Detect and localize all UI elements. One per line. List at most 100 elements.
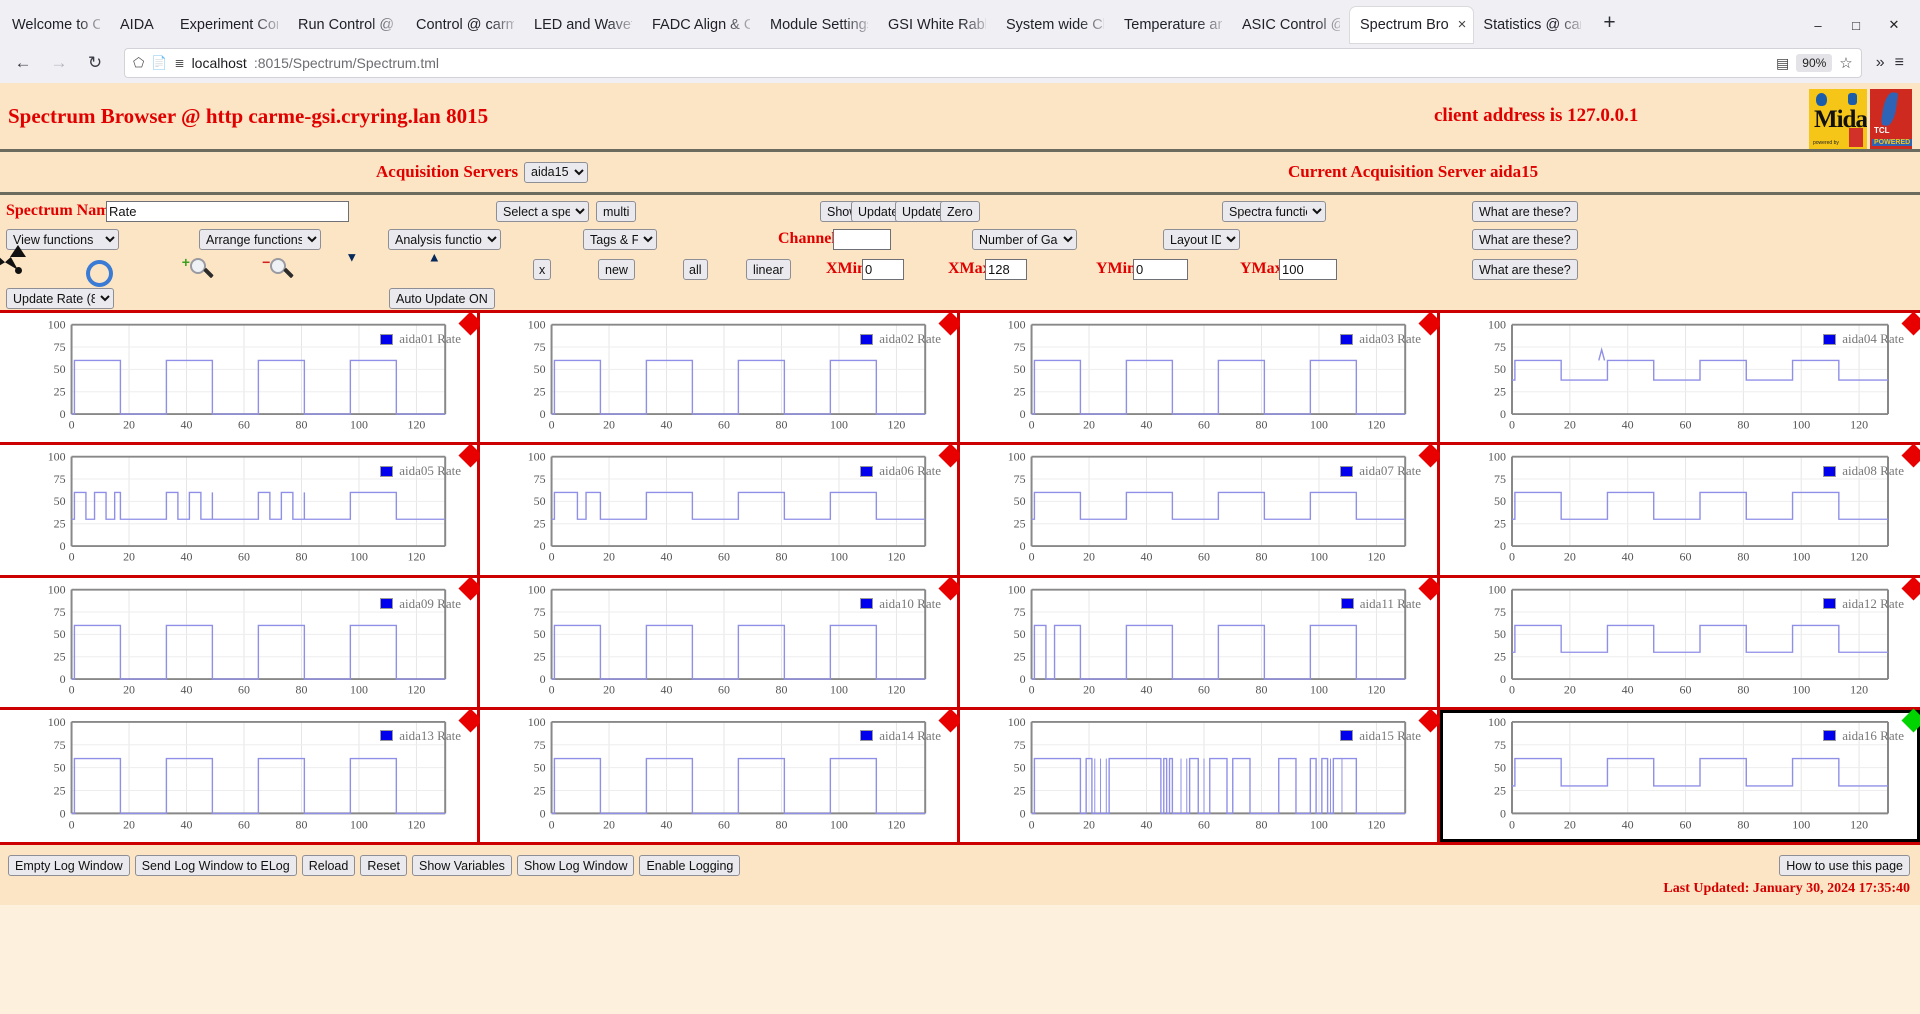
zoom-level-badge[interactable]: 90%	[1796, 54, 1832, 72]
menu-icon[interactable]: ≡	[1895, 54, 1904, 72]
x-axis-ticklabels: 020406080100120	[1029, 550, 1386, 564]
spectrum-panel[interactable]: 0255075100 020406080100120 aida05 Rate	[0, 445, 480, 577]
auto-update-button[interactable]: Auto Update ON	[389, 288, 495, 309]
spectrum-panel[interactable]: 0255075100 020406080100120 aida03 Rate	[960, 313, 1440, 445]
zoom-in-icon[interactable]: +	[189, 257, 219, 287]
browser-tab-label: Statistics @ car	[1483, 7, 1581, 43]
toolbar: Spectrum Name: Select a spectrum multi S…	[0, 195, 1920, 310]
overflow-icon[interactable]: »	[1876, 54, 1885, 72]
chrome-right-controls: » ≡	[1876, 54, 1912, 72]
spectrum-panel[interactable]: 0255075100 020406080100120 aida16 Rate	[1440, 710, 1920, 842]
acquisition-server-select[interactable]: aida15	[524, 162, 588, 183]
window-minimize-button[interactable]: –	[1800, 18, 1836, 33]
spectrum-panel[interactable]: 0255075100 020406080100120 aida06 Rate	[480, 445, 960, 577]
analysis-functions-dropdown[interactable]: Analysis functions	[388, 229, 501, 250]
browser-tab[interactable]: Statistics @ car	[1473, 7, 1591, 43]
view-functions-dropdown[interactable]: View functions	[6, 229, 119, 250]
browser-tab[interactable]: ASIC Control @	[1232, 7, 1350, 43]
new-button[interactable]: new	[598, 259, 635, 280]
browser-tab-active[interactable]: Spectrum Bro×	[1350, 7, 1473, 43]
arrange-functions-dropdown[interactable]: Arrange functions	[199, 229, 321, 250]
what-are-these-button-1[interactable]: What are these?	[1472, 201, 1578, 222]
window-maximize-button[interactable]: □	[1838, 18, 1874, 33]
spectrum-panel[interactable]: 0255075100 020406080100120 aida09 Rate	[0, 578, 480, 710]
zoom-out-icon[interactable]: −	[269, 257, 299, 287]
svg-text:25: 25	[54, 783, 66, 797]
svg-text:40: 40	[181, 817, 193, 831]
what-are-these-button-2[interactable]: What are these?	[1472, 229, 1578, 250]
browser-tab[interactable]: Temperature an	[1114, 7, 1232, 43]
browser-tab[interactable]: AIDA	[110, 7, 170, 43]
shield-icon: ⬠	[133, 55, 144, 71]
reset-button[interactable]: Reset	[360, 855, 407, 876]
empty-log-window-button[interactable]: Empty Log Window	[8, 855, 130, 876]
spectrum-panel[interactable]: 0255075100 020406080100120 aida01 Rate	[0, 313, 480, 445]
spectra-functions-dropdown[interactable]: Spectra functions	[1222, 201, 1326, 222]
reader-mode-icon[interactable]: ▤	[1776, 55, 1789, 72]
svg-text:50: 50	[54, 495, 66, 509]
spectrum-name-input[interactable]	[106, 201, 349, 222]
spectrum-panel[interactable]: 0255075100 020406080100120 aida13 Rate	[0, 710, 480, 842]
bookmark-icon[interactable]: ☆	[1839, 54, 1852, 72]
spectrum-panel[interactable]: 0255075100 020406080100120 aida02 Rate	[480, 313, 960, 445]
show-log-window-button[interactable]: Show Log Window	[517, 855, 635, 876]
svg-text:50: 50	[1494, 627, 1506, 641]
zero-button[interactable]: Zero	[940, 201, 980, 222]
svg-text:75: 75	[534, 472, 546, 486]
spectrum-panel[interactable]: 0255075100 020406080100120 aida11 Rate	[960, 578, 1440, 710]
spectrum-gallery-grid: 0255075100 020406080100120 aida01 Rate 0…	[0, 310, 1920, 845]
enable-logging-button[interactable]: Enable Logging	[639, 855, 740, 876]
select-spectrum-dropdown[interactable]: Select a spectrum	[496, 201, 589, 222]
layout-id-dropdown[interactable]: Layout ID=1	[1163, 229, 1240, 250]
what-are-these-button-3[interactable]: What are these?	[1472, 259, 1578, 280]
scroll-up-icon[interactable]: ▲	[434, 257, 464, 287]
spectrum-panel[interactable]: 0255075100 020406080100120 aida15 Rate	[960, 710, 1440, 842]
legend-label: aida08 Rate	[1842, 463, 1904, 479]
x-button[interactable]: x	[533, 259, 551, 280]
browser-tab[interactable]: System wide Ch	[996, 7, 1114, 43]
number-of-galleries-dropdown[interactable]: Number of Galleries	[972, 229, 1077, 250]
browser-tab[interactable]: Experiment Con	[170, 7, 288, 43]
svg-text:100: 100	[1310, 418, 1328, 432]
reload-button[interactable]: Reload	[302, 855, 356, 876]
linear-button[interactable]: linear	[746, 259, 791, 280]
ymax-input[interactable]	[1279, 259, 1337, 280]
browser-tab[interactable]: Run Control @ c	[288, 7, 406, 43]
spectrum-panel[interactable]: 0255075100 020406080100120 aida10 Rate	[480, 578, 960, 710]
spectrum-panel[interactable]: 0255075100 020406080100120 aida07 Rate	[960, 445, 1440, 577]
spectrum-panel[interactable]: 0255075100 020406080100120 aida04 Rate	[1440, 313, 1920, 445]
browser-tab[interactable]: Module Settings	[760, 7, 878, 43]
browser-tab[interactable]: Control @ carm	[406, 7, 524, 43]
ymin-input[interactable]	[1133, 259, 1188, 280]
new-tab-button[interactable]: +	[1591, 7, 1627, 43]
send-log-to-elog-button[interactable]: Send Log Window to ELog	[135, 855, 297, 876]
update-rate-dropdown[interactable]: Update Rate (8 secs)	[6, 288, 114, 309]
xmin-input[interactable]	[862, 259, 904, 280]
browser-tab[interactable]: GSI White Rabb	[878, 7, 996, 43]
url-bar[interactable]: ⬠ 📄 ≣ localhost :8015/Spectrum/Spectrum.…	[124, 48, 1862, 78]
how-to-use-this-page-button[interactable]: How to use this page	[1779, 855, 1910, 876]
refresh-icon[interactable]	[84, 258, 114, 288]
close-icon[interactable]: ×	[1455, 7, 1470, 43]
channel-input[interactable]	[833, 229, 891, 250]
radiation-icon[interactable]	[5, 257, 35, 287]
spectrum-panel[interactable]: 0255075100 020406080100120 aida12 Rate	[1440, 578, 1920, 710]
y-axis-ticklabels: 0255075100	[1488, 450, 1506, 553]
scroll-down-icon[interactable]: ▼	[352, 257, 382, 287]
back-icon[interactable]: ←	[8, 48, 38, 78]
reload-icon[interactable]: ↻	[80, 48, 110, 78]
all-button[interactable]: all	[683, 259, 708, 280]
tags-fits-dropdown[interactable]: Tags & Fits	[583, 229, 657, 250]
xmin-label: XMin	[826, 260, 866, 278]
browser-tab[interactable]: FADC Align & C	[642, 7, 760, 43]
show-variables-button[interactable]: Show Variables	[412, 855, 512, 876]
multi-button[interactable]: multi	[596, 201, 636, 222]
xmax-input[interactable]	[985, 259, 1027, 280]
browser-tab[interactable]: Welcome to Cer	[2, 7, 110, 43]
forward-icon[interactable]: →	[44, 48, 74, 78]
browser-tab[interactable]: LED and Wavefo	[524, 7, 642, 43]
y-axis-ticklabels: 0255075100	[1008, 318, 1026, 421]
spectrum-panel[interactable]: 0255075100 020406080100120 aida14 Rate	[480, 710, 960, 842]
spectrum-panel[interactable]: 0255075100 020406080100120 aida08 Rate	[1440, 445, 1920, 577]
window-close-button[interactable]: ✕	[1876, 17, 1912, 33]
